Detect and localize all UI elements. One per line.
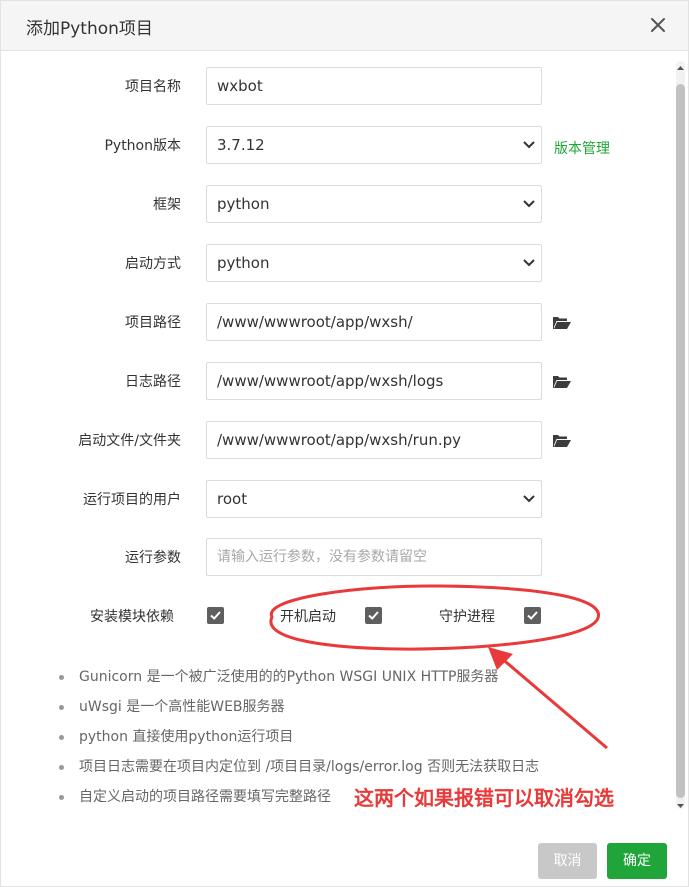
run-user-select[interactable]: root bbox=[206, 480, 542, 518]
folder-open-icon[interactable] bbox=[552, 316, 572, 330]
start-file-label: 启动文件/文件夹 bbox=[78, 433, 181, 449]
close-icon[interactable] bbox=[646, 13, 670, 37]
tip-item: uWsgi 是一个高性能WEB服务器 bbox=[57, 694, 539, 724]
version-management-link[interactable]: 版本管理 bbox=[554, 138, 610, 158]
project-name-input[interactable]: wxbot bbox=[206, 67, 542, 105]
project-path-input[interactable]: /www/wwwroot/app/wxsh/ bbox=[206, 303, 542, 341]
annotation-text: 这两个如果报错可以取消勾选 bbox=[354, 786, 614, 810]
framework-value: python bbox=[217, 195, 270, 213]
tip-item: python 直接使用python运行项目 bbox=[57, 724, 539, 754]
python-version-label: Python版本 bbox=[104, 138, 181, 154]
chevron-down-icon bbox=[523, 259, 535, 267]
run-user-label: 运行项目的用户 bbox=[83, 492, 181, 508]
scroll-down-arrow-icon[interactable] bbox=[676, 801, 685, 811]
daemon-label: 守护进程 bbox=[439, 609, 495, 625]
project-path-label: 项目路径 bbox=[125, 315, 181, 331]
add-python-project-dialog: 添加Python项目 项目名称 wxbot Python版本 3.7.12 版本… bbox=[0, 0, 689, 887]
confirm-button[interactable]: 确定 bbox=[607, 843, 667, 879]
start-mode-value: python bbox=[217, 254, 270, 272]
python-version-value: 3.7.12 bbox=[217, 136, 265, 154]
check-icon bbox=[210, 611, 221, 620]
check-icon bbox=[368, 611, 379, 620]
log-path-label: 日志路径 bbox=[125, 374, 181, 390]
scrollbar-thumb[interactable] bbox=[676, 84, 685, 798]
check-icon bbox=[527, 611, 538, 620]
chevron-down-icon bbox=[523, 141, 535, 149]
framework-select[interactable]: python bbox=[206, 185, 542, 223]
tip-item: Gunicorn 是一个被广泛使用的的Python WSGI UNIX HTTP… bbox=[57, 664, 539, 694]
run-params-input[interactable]: 请输入运行参数，没有参数请留空 bbox=[206, 538, 542, 576]
run-params-label: 运行参数 bbox=[125, 550, 181, 566]
dialog-titlebar: 添加Python项目 bbox=[1, 1, 688, 51]
install-deps-label: 安装模块依赖 bbox=[90, 609, 174, 625]
cancel-button[interactable]: 取消 bbox=[538, 843, 597, 879]
start-file-input[interactable]: /www/wwwroot/app/wxsh/run.py bbox=[206, 421, 542, 459]
log-path-input[interactable]: /www/wwwroot/app/wxsh/logs bbox=[206, 362, 542, 400]
scroll-up-arrow-icon[interactable] bbox=[676, 63, 685, 73]
python-version-select[interactable]: 3.7.12 bbox=[206, 126, 542, 164]
tip-item: 项目日志需要在项目内定位到 /项目目录/logs/error.log 否则无法获… bbox=[57, 754, 539, 784]
daemon-checkbox[interactable] bbox=[524, 607, 541, 624]
autostart-label: 开机启动 bbox=[280, 609, 336, 625]
framework-label: 框架 bbox=[153, 197, 181, 213]
run-user-value: root bbox=[217, 490, 248, 508]
autostart-checkbox[interactable] bbox=[365, 607, 382, 624]
folder-open-icon[interactable] bbox=[552, 434, 572, 448]
install-deps-checkbox[interactable] bbox=[207, 607, 224, 624]
chevron-down-icon bbox=[523, 200, 535, 208]
dialog-title: 添加Python项目 bbox=[26, 19, 153, 39]
project-name-label: 项目名称 bbox=[125, 79, 181, 95]
chevron-down-icon bbox=[523, 495, 535, 503]
start-mode-label: 启动方式 bbox=[125, 256, 181, 272]
folder-open-icon[interactable] bbox=[552, 375, 572, 389]
start-mode-select[interactable]: python bbox=[206, 244, 542, 282]
